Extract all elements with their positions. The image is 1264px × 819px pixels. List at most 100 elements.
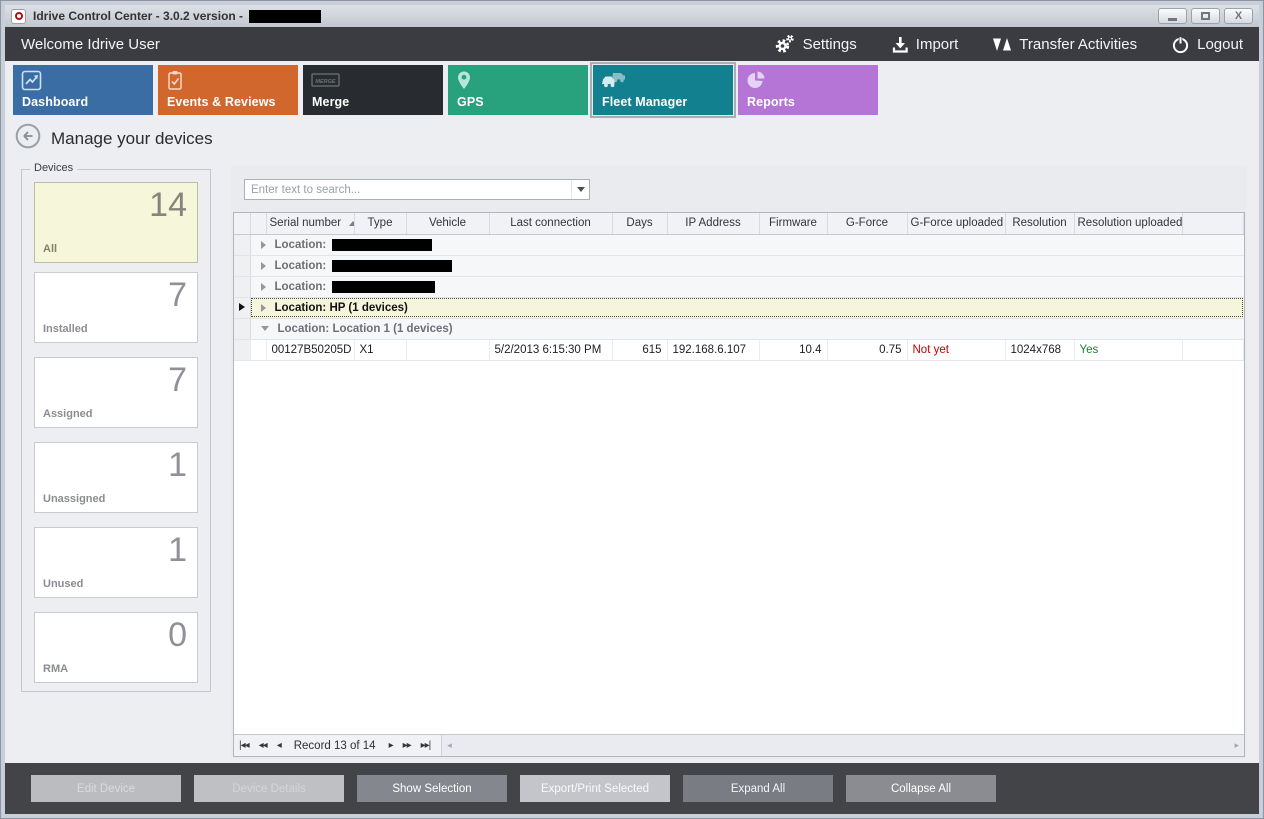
cell-days: 615	[612, 339, 667, 360]
col-last-connection[interactable]: Last connection	[489, 213, 612, 234]
row-indicator	[234, 297, 250, 318]
cell-ip-address: 192.168.6.107	[667, 339, 759, 360]
col-ip-address[interactable]: IP Address	[667, 213, 759, 234]
minimize-button[interactable]	[1158, 8, 1187, 24]
download-icon	[891, 35, 909, 54]
window-title: Idrive Control Center - 3.0.2 version -	[33, 9, 243, 23]
device-card-assigned[interactable]: 7 Assigned	[34, 357, 198, 428]
back-button[interactable]	[15, 123, 41, 154]
col-resolution[interactable]: Resolution	[1005, 213, 1074, 234]
cell-type: X1	[354, 339, 406, 360]
prev-record-button[interactable]: ◂	[272, 741, 286, 751]
cell-g-force-uploaded: Not yet	[907, 339, 1005, 360]
device-card-label: All	[43, 243, 57, 255]
export-print-selected-button[interactable]: Export/Print Selected	[520, 775, 670, 802]
group-row-location-1[interactable]: Location:	[234, 234, 1244, 255]
prev-page-button[interactable]: ◂◂	[254, 741, 272, 751]
last-record-button[interactable]: ▸▸|	[416, 741, 436, 751]
horizontal-scrollbar[interactable]: ◂ ▸	[441, 735, 1244, 756]
grid-empty-area	[234, 361, 1244, 735]
device-card-installed[interactable]: 7 Installed	[34, 272, 198, 343]
collapse-all-button[interactable]: Collapse All	[846, 775, 996, 802]
expand-icon[interactable]	[261, 283, 266, 291]
expand-icon[interactable]	[261, 241, 266, 249]
cell-serial-number: 00127B50205D	[266, 339, 354, 360]
svg-text:MERGE: MERGE	[315, 79, 336, 85]
tab-dashboard[interactable]: Dashboard	[13, 65, 153, 115]
scroll-left-icon[interactable]: ◂	[447, 740, 452, 751]
show-selection-button[interactable]: Show Selection	[357, 775, 507, 802]
device-count: 7	[168, 362, 187, 399]
col-firmware[interactable]: Firmware	[759, 213, 827, 234]
row-indicator	[234, 234, 250, 255]
col-vehicle[interactable]: Vehicle	[406, 213, 489, 234]
group-row-location-hp[interactable]: Location: HP (1 devices)	[234, 297, 1244, 318]
device-card-rma[interactable]: 0 RMA	[34, 612, 198, 683]
row-indicator	[234, 276, 250, 297]
edit-device-button[interactable]: Edit Device	[31, 775, 181, 802]
chevron-down-icon	[577, 187, 585, 192]
page-title: Manage your devices	[51, 129, 213, 149]
col-serial-number[interactable]: Serial number	[266, 213, 354, 234]
col-g-force-uploaded[interactable]: G-Force uploaded	[907, 213, 1005, 234]
devices-grid: Serial number Type Vehicle Last connecti…	[233, 212, 1245, 757]
group-row-location-2[interactable]: Location:	[234, 255, 1244, 276]
search-input[interactable]	[245, 184, 571, 196]
record-position-label: Record 13 of 14	[294, 740, 376, 752]
tab-gps[interactable]: GPS	[448, 65, 588, 115]
search-dropdown-button[interactable]	[571, 180, 589, 199]
col-days[interactable]: Days	[612, 213, 667, 234]
group-row-location-3[interactable]: Location:	[234, 276, 1244, 297]
device-count: 14	[149, 187, 187, 224]
first-record-button[interactable]: |◂◂	[234, 741, 254, 751]
clipboard-check-icon	[166, 70, 184, 96]
tab-merge[interactable]: MERGE Merge	[303, 65, 443, 115]
device-card-unassigned[interactable]: 1 Unassigned	[34, 442, 198, 513]
device-card-unused[interactable]: 1 Unused	[34, 527, 198, 598]
grid-search-combo	[244, 179, 590, 200]
cell-last-connection: 5/2/2013 6:15:30 PM	[489, 339, 612, 360]
col-type[interactable]: Type	[354, 213, 406, 234]
expand-all-button[interactable]: Expand All	[683, 775, 833, 802]
maximize-button[interactable]	[1191, 8, 1220, 24]
gears-icon	[774, 34, 796, 54]
welcome-text: Welcome Idrive User	[21, 36, 160, 53]
cell-resolution: 1024x768	[1005, 339, 1074, 360]
scroll-right-icon[interactable]: ▸	[1234, 740, 1239, 751]
col-g-force[interactable]: G-Force	[827, 213, 907, 234]
transfer-activities-button[interactable]: Transfer Activities	[992, 35, 1137, 54]
device-count: 7	[168, 277, 187, 314]
expand-icon[interactable]	[261, 304, 266, 312]
collapse-icon[interactable]	[261, 326, 269, 331]
device-card-label: Unused	[43, 578, 83, 590]
device-row[interactable]: 00127B50205D X1 5/2/2013 6:15:30 PM 615 …	[234, 339, 1244, 360]
expand-icon[interactable]	[261, 262, 266, 270]
transfer-arrows-icon	[992, 35, 1012, 54]
device-details-button[interactable]: Device Details	[194, 775, 344, 802]
devices-panel: Devices 14 All 7 Installed 7 Assigned 1 …	[21, 169, 211, 692]
tab-reports[interactable]: Reports	[738, 65, 878, 115]
expander-header	[250, 213, 266, 234]
tab-events-reviews[interactable]: Events & Reviews	[158, 65, 298, 115]
row-indicator	[234, 255, 250, 276]
close-button[interactable]: X	[1224, 8, 1253, 24]
app-window: Idrive Control Center - 3.0.2 version - …	[0, 0, 1264, 819]
device-card-label: Unassigned	[43, 493, 105, 505]
next-page-button[interactable]: ▸▸	[398, 741, 416, 751]
group-row-location-location1[interactable]: Location: Location 1 (1 devices)	[234, 318, 1244, 339]
import-button[interactable]: Import	[891, 35, 959, 54]
tab-fleet-manager[interactable]: Fleet Manager	[593, 65, 733, 115]
cell-filler	[1182, 339, 1244, 360]
sort-ascending-icon	[349, 221, 354, 226]
logout-button[interactable]: Logout	[1171, 35, 1243, 54]
device-card-all[interactable]: 14 All	[34, 182, 198, 263]
top-nav-bar: Welcome Idrive User Settings	[5, 27, 1259, 61]
line-chart-icon	[21, 70, 42, 96]
cell-firmware: 10.4	[759, 339, 827, 360]
row-indicator-header	[234, 213, 250, 234]
redaction-bar	[332, 281, 435, 293]
next-record-button[interactable]: ▸	[384, 741, 398, 751]
col-resolution-uploaded[interactable]: Resolution uploaded	[1074, 213, 1182, 234]
grid-header-row: Serial number Type Vehicle Last connecti…	[234, 213, 1244, 234]
settings-button[interactable]: Settings	[774, 34, 857, 54]
